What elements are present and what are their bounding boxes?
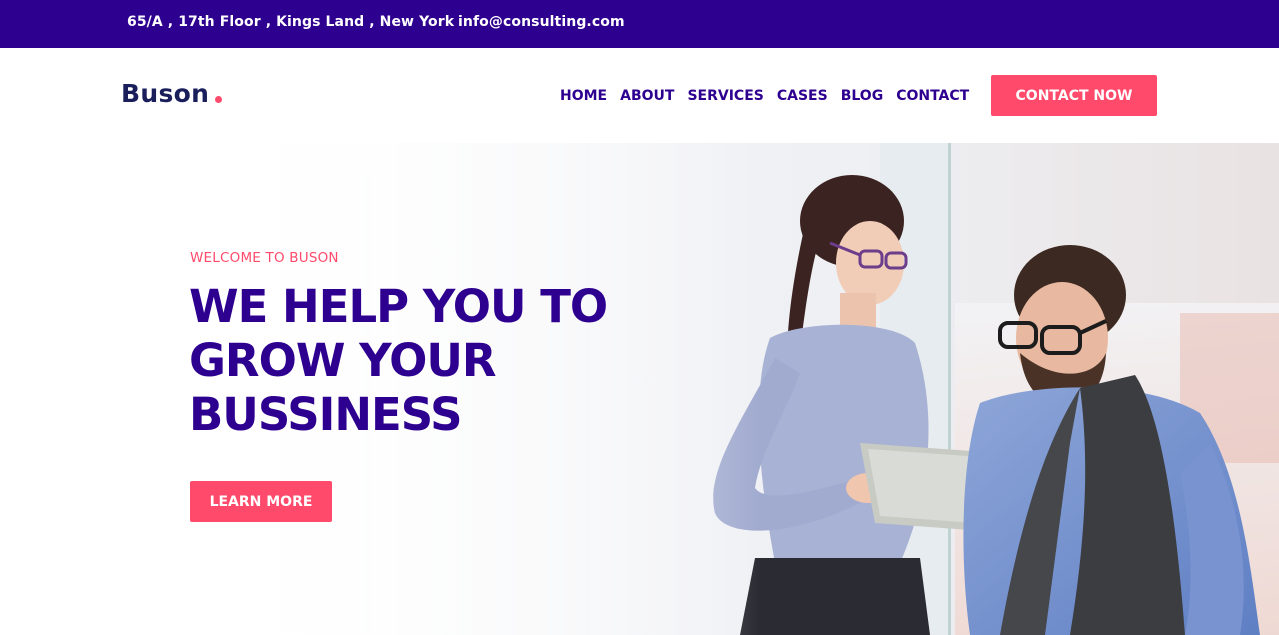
nav-blog[interactable]: BLOG — [841, 88, 884, 104]
hero-title-line-3: BUSSINESS — [189, 388, 463, 441]
main-nav: HOME ABOUT SERVICES CASES BLOG CONTACT — [560, 88, 982, 104]
nav-cases[interactable]: CASES — [777, 88, 828, 104]
learn-more-button[interactable]: LEARN MORE — [190, 481, 332, 522]
logo-dot — [215, 96, 222, 103]
contact-now-button[interactable]: CONTACT NOW — [991, 75, 1157, 116]
logo[interactable]: Buson — [121, 79, 209, 108]
contact-email[interactable]: info@consulting.com — [458, 14, 625, 30]
nav-home[interactable]: HOME — [560, 88, 607, 104]
top-bar: 65/A , 17th Floor , Kings Land , New Yor… — [0, 0, 1279, 48]
hero-subtitle: WELCOME TO BUSON — [190, 250, 339, 266]
hero-title: WE HELP YOU TO GROW YOUR BUSSINESS — [189, 280, 649, 442]
site-header: Buson HOME ABOUT SERVICES CASES BLOG CON… — [0, 48, 1279, 143]
hero-title-line-2: GROW YOUR — [189, 334, 497, 387]
nav-about[interactable]: ABOUT — [620, 88, 674, 104]
hero-section: WELCOME TO BUSON WE HELP YOU TO GROW YOU… — [0, 143, 1279, 635]
contact-address: 65/A , 17th Floor , Kings Land , New Yor… — [127, 14, 455, 30]
hero-title-line-1: WE HELP YOU TO — [189, 280, 608, 333]
nav-services[interactable]: SERVICES — [687, 88, 763, 104]
nav-contact[interactable]: CONTACT — [896, 88, 969, 104]
